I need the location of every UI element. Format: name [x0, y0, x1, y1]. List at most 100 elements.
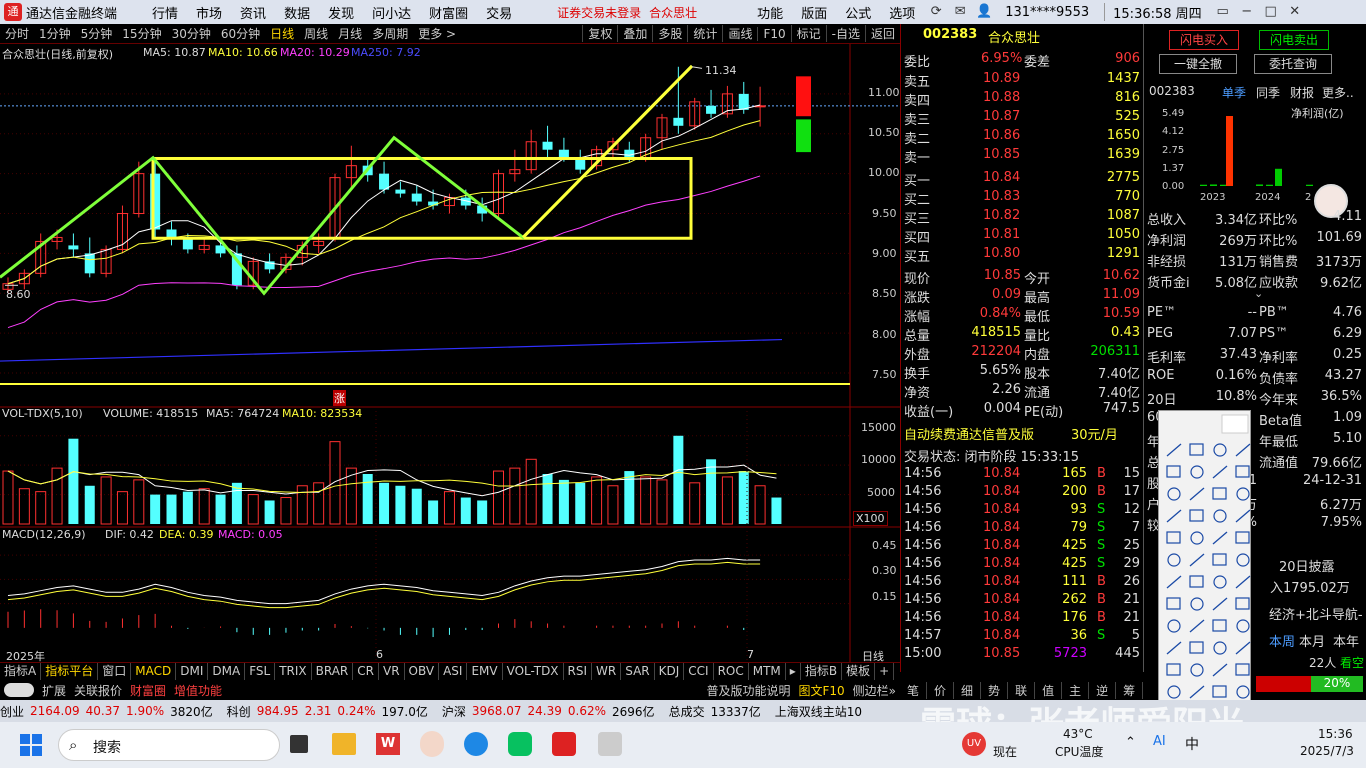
period-more[interactable]: 更多 >	[418, 25, 456, 42]
indicator-tab[interactable]: CR	[353, 663, 379, 680]
fin-tab-report[interactable]: 财报	[1290, 84, 1314, 101]
tool-huaxian[interactable]: 画线	[722, 25, 757, 42]
indicator-tab[interactable]: 指标B	[801, 663, 843, 680]
draw-line-tool-icon[interactable]	[1235, 443, 1251, 457]
menu-banmian[interactable]: 版面	[801, 3, 827, 22]
maximize-icon[interactable]: □	[1262, 3, 1280, 21]
tab-this-year[interactable]: 本年	[1333, 631, 1359, 650]
draw-rect-tool-icon[interactable]	[1166, 465, 1181, 478]
bid-row[interactable]: 买五 10.80 1291	[901, 245, 1144, 265]
draw-rect-tool-icon[interactable]	[1166, 663, 1181, 676]
indicator-tab[interactable]: EMV	[467, 663, 503, 680]
menu-jiaoyi[interactable]: 交易	[486, 3, 512, 22]
tool-biaoji[interactable]: 标记	[790, 25, 826, 42]
indicator-tab[interactable]: TRIX	[275, 663, 312, 680]
indicator-tab[interactable]: SAR	[621, 663, 655, 680]
draw-rect-tool-icon[interactable]	[1212, 553, 1227, 566]
indicator-tab[interactable]: MTM	[749, 663, 786, 680]
promo-text[interactable]: 自动续费通达信普及版	[904, 424, 1034, 443]
tool-duogu[interactable]: 多股	[652, 25, 687, 42]
draw-circle-tool-icon[interactable]	[1190, 531, 1204, 545]
draw-rect-tool-icon[interactable]	[1235, 663, 1250, 676]
indicator-tab[interactable]: OBV	[405, 663, 440, 680]
indicator-tab[interactable]: VOL-TDX	[503, 663, 564, 680]
draw-line-tool-icon[interactable]	[1166, 509, 1182, 523]
draw-line-tool-icon[interactable]	[1189, 553, 1205, 567]
indicator-tab[interactable]: 模板	[842, 663, 876, 680]
minimize-icon[interactable]: −	[1238, 3, 1256, 21]
menu-wenxiaoda[interactable]: 问小达	[372, 3, 411, 22]
draw-rect-tool-icon[interactable]	[1189, 641, 1204, 654]
ext-sidebar[interactable]: 侧边栏»	[849, 682, 900, 699]
draw-rect-tool-icon[interactable]	[1189, 575, 1204, 588]
draw-rect-tool-icon[interactable]	[1166, 597, 1181, 610]
indicator-tab[interactable]: FSL	[245, 663, 276, 680]
task-view-icon[interactable]	[290, 735, 308, 753]
mail-icon[interactable]: ✉	[951, 3, 969, 21]
draw-circle-tool-icon[interactable]	[1190, 597, 1204, 611]
indicator-tab[interactable]: +	[875, 663, 895, 680]
bid-row[interactable]: 买二 10.83 770	[901, 188, 1144, 208]
draw-rect-tool-icon[interactable]	[1235, 597, 1250, 610]
promo-row[interactable]: 自动续费通达信普及版 30元/月	[901, 423, 1144, 443]
menu-shuju[interactable]: 数据	[284, 3, 310, 22]
ext-caifuquan[interactable]: 财富圈	[126, 682, 170, 699]
tool-fanhui[interactable]: 返回	[864, 25, 900, 42]
indicator-tab[interactable]: DMI	[176, 663, 209, 680]
draw-line-tool-icon[interactable]	[1189, 487, 1205, 501]
draw-circle-tool-icon[interactable]	[1236, 553, 1250, 567]
fin-tab-quarter[interactable]: 单季	[1222, 84, 1246, 101]
menu-zixun[interactable]: 资讯	[240, 3, 266, 22]
draw-line-tool-icon[interactable]	[1235, 509, 1251, 523]
ask-row[interactable]: 卖四 10.88 816	[901, 89, 1144, 109]
draw-line-tool-icon[interactable]	[1235, 575, 1251, 589]
draw-circle-tool-icon[interactable]	[1167, 487, 1181, 501]
draw-rect-tool-icon[interactable]	[1212, 619, 1227, 632]
promo-price[interactable]: 30元/月	[1071, 424, 1118, 443]
ime-indicator[interactable]: 中	[1185, 734, 1199, 754]
indicator-tab[interactable]: KDJ	[655, 663, 685, 680]
indicator-tab[interactable]: ASI	[439, 663, 468, 680]
tray-expand-icon[interactable]: ⌃	[1125, 735, 1136, 750]
ask-row[interactable]: 卖五 10.89 1437	[901, 70, 1144, 90]
taskbar-date[interactable]: 2025/7/3	[1300, 744, 1354, 758]
user-icon[interactable]: 👤	[975, 3, 993, 21]
indicator-tab[interactable]: BRAR	[312, 663, 354, 680]
taskbar-clock[interactable]: 15:36	[1318, 727, 1353, 741]
menu-hangqing[interactable]: 行情	[152, 3, 178, 22]
draw-line-tool-icon[interactable]	[1166, 443, 1182, 457]
ext-feature-desc[interactable]: 普及版功能说明	[702, 682, 794, 699]
period-5min[interactable]: 5分钟	[81, 25, 113, 42]
tab-this-week[interactable]: 本周	[1269, 631, 1295, 650]
menu-xuanxiang[interactable]: 选项	[889, 3, 915, 22]
cancel-all-button[interactable]: 一键全撤	[1159, 54, 1237, 74]
ext-value-added[interactable]: 增值功能	[170, 682, 226, 699]
draw-rect-tool-icon[interactable]	[1235, 465, 1250, 478]
draw-line-tool-icon[interactable]	[1166, 641, 1182, 655]
ask-row[interactable]: 卖三 10.87 525	[901, 108, 1144, 128]
indicator-tab[interactable]: ▸	[786, 663, 801, 680]
draw-circle-tool-icon[interactable]	[1167, 619, 1181, 633]
indicator-tab[interactable]: 窗口	[98, 663, 132, 680]
tool-zixuan[interactable]: -自选	[825, 25, 865, 42]
tool-fuquan[interactable]: 复权	[582, 25, 617, 42]
draw-circle-tool-icon[interactable]	[1213, 443, 1227, 457]
draw-circle-tool-icon[interactable]	[1190, 465, 1204, 479]
tab-this-month[interactable]: 本月	[1299, 631, 1325, 650]
fin-nav[interactable]: 经济+北斗导航-	[1269, 604, 1363, 623]
period-weekly[interactable]: 周线	[304, 25, 328, 42]
draw-circle-tool-icon[interactable]	[1213, 641, 1227, 655]
bid-row[interactable]: 买三 10.82 1087	[901, 207, 1144, 227]
chart-svg[interactable]	[0, 44, 900, 662]
period-15min[interactable]: 15分钟	[122, 25, 161, 42]
file-explorer-icon[interactable]	[332, 733, 356, 755]
flash-buy-button[interactable]: 闪电买入	[1169, 30, 1239, 50]
draw-line-tool-icon[interactable]	[1166, 575, 1182, 589]
draw-rect-tool-icon[interactable]	[1212, 487, 1227, 500]
period-60min[interactable]: 60分钟	[221, 25, 260, 42]
fin-tab-more[interactable]: 更多..	[1322, 84, 1354, 101]
menu-caifuquan[interactable]: 财富圈	[429, 3, 468, 22]
edge-icon[interactable]	[464, 732, 488, 756]
tool-f10[interactable]: F10	[757, 26, 790, 41]
wechat-icon[interactable]	[508, 732, 532, 756]
